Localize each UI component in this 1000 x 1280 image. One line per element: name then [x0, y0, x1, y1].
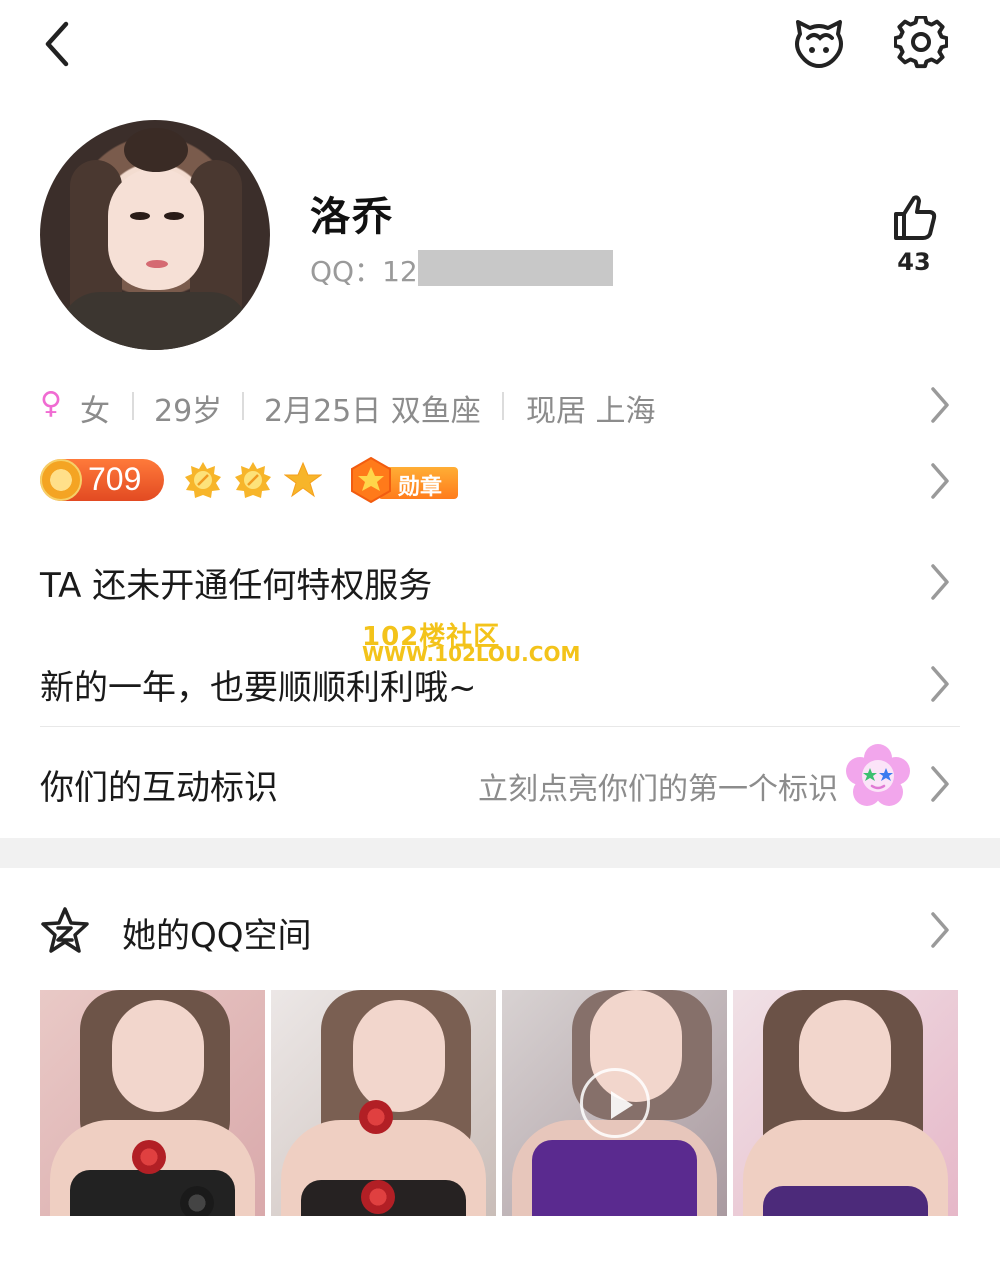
level-badges-row[interactable]: 709 勋章	[40, 455, 960, 507]
chevron-right-icon	[931, 463, 949, 499]
gender-icon: ♀	[40, 386, 62, 421]
like-button[interactable]: 43	[886, 192, 942, 284]
medal-label: 勋章	[398, 475, 443, 500]
info-divider	[242, 392, 244, 420]
like-count: 43	[897, 248, 931, 276]
back-button[interactable]	[36, 18, 84, 70]
gender-text: 女	[80, 394, 110, 429]
qzone-star-icon	[41, 907, 89, 953]
interaction-hint: 立刻点亮你们的第一个标识	[478, 772, 838, 807]
chevron-right-icon	[931, 387, 949, 423]
location-text: 现居 上海	[526, 394, 656, 429]
divider	[40, 726, 960, 727]
chevron-right-icon	[931, 666, 949, 702]
gear-icon	[894, 16, 948, 69]
qzone-photo-2[interactable]	[271, 990, 496, 1216]
signature-text: 新的一年，也要顺顺利利哦~	[40, 668, 477, 708]
play-icon	[580, 1068, 650, 1138]
privilege-text: TA 还未开通任何特权服务	[40, 566, 433, 606]
level-number: 709	[88, 461, 142, 497]
thumbs-up-icon	[894, 195, 937, 240]
settings-button[interactable]	[894, 16, 948, 70]
chevron-right-icon	[931, 766, 949, 802]
medal-badge: 勋章	[350, 457, 460, 503]
pet-icon	[795, 20, 843, 68]
back-icon	[45, 21, 69, 67]
interaction-title: 你们的互动标识	[40, 768, 278, 808]
birthday-text: 2月25日 双鱼座	[264, 394, 481, 429]
level-badge: 709	[40, 459, 164, 501]
top-bar	[0, 0, 1000, 90]
sun-icon	[235, 462, 271, 498]
qzone-video-3[interactable]	[502, 990, 727, 1216]
qzone-row[interactable]: 她的QQ空间	[40, 900, 960, 960]
signature-row[interactable]: 新的一年，也要顺顺利利哦~	[40, 654, 960, 714]
qzone-title: 她的QQ空间	[122, 916, 312, 956]
privilege-row[interactable]: TA 还未开通任何特权服务	[40, 552, 960, 612]
medal-icon	[351, 457, 391, 503]
qq-number: QQ：12	[310, 255, 418, 288]
basic-info-row[interactable]: ♀ 女 29岁 2月25日 双鱼座 现居 上海	[40, 380, 960, 430]
section-separator	[0, 838, 1000, 868]
info-divider	[502, 392, 504, 420]
flower-icon	[846, 744, 910, 806]
pet-button[interactable]	[790, 16, 848, 70]
profile-name: 洛乔	[310, 194, 394, 240]
qzone-photo-1[interactable]	[40, 990, 265, 1216]
chevron-right-icon	[931, 912, 949, 948]
chevron-right-icon	[931, 564, 949, 600]
sun-icon	[185, 462, 221, 498]
star-icon	[284, 461, 322, 498]
qzone-photo-4[interactable]	[733, 990, 958, 1216]
info-divider	[132, 392, 134, 420]
qq-number-redaction	[418, 250, 613, 286]
avatar[interactable]	[40, 120, 270, 350]
age-text: 29岁	[154, 394, 223, 429]
interaction-row[interactable]: 你们的互动标识 立刻点亮你们的第一个标识	[40, 744, 960, 814]
level-coin-icon	[40, 459, 82, 501]
